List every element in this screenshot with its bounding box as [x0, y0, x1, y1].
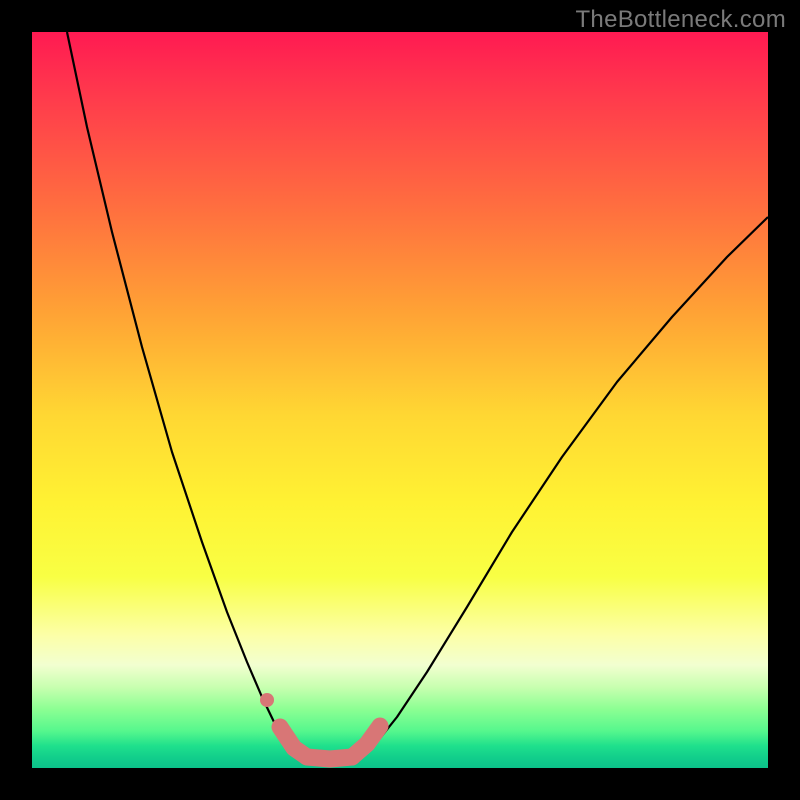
series-marker-stroke-right-up: [352, 726, 380, 757]
plot-area: [32, 32, 768, 768]
series-right-curve: [362, 217, 768, 756]
chart-frame: TheBottleneck.com: [0, 0, 800, 800]
curve-layer: [32, 32, 768, 768]
series-left-curve: [67, 32, 299, 756]
watermark-text: TheBottleneck.com: [575, 6, 786, 34]
